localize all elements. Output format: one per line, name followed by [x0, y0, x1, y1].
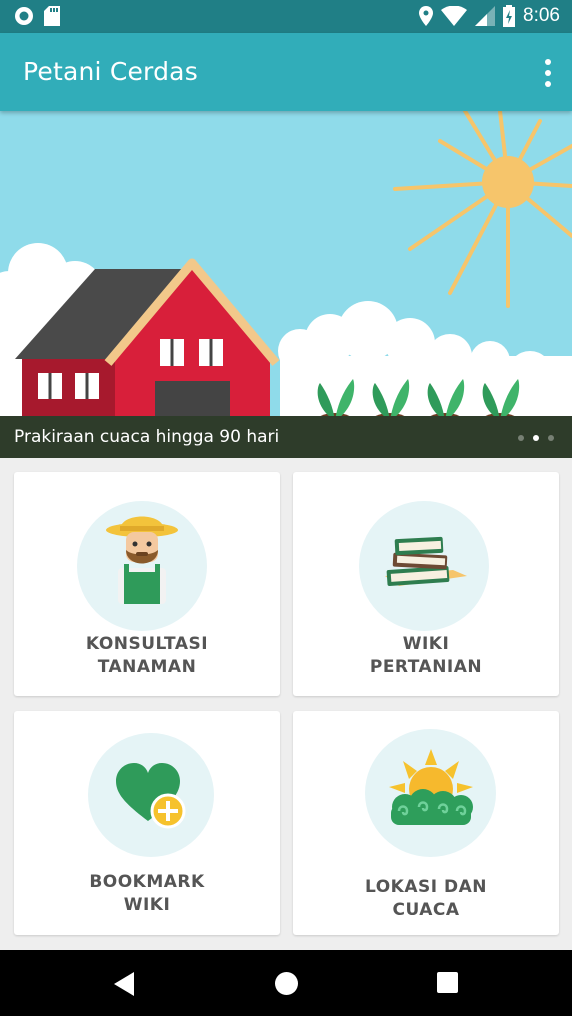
sun-illustration — [393, 111, 572, 308]
battery-icon — [503, 5, 516, 27]
carousel-dot[interactable] — [518, 435, 524, 441]
sun-cloud-icon — [389, 749, 473, 825]
card-label-line2: PERTANIAN — [369, 657, 483, 677]
card-konsultasi-tanaman[interactable]: KONSULTASI TANAMAN — [14, 472, 280, 696]
banner-caption: Prakiraan cuaca hingga 90 hari — [14, 427, 280, 447]
card-label: BOOKMARK WIKI — [14, 871, 280, 917]
carousel-dot-active[interactable] — [533, 435, 539, 441]
status-right-icons: 8:06 — [419, 5, 560, 27]
overflow-menu-icon[interactable] — [542, 59, 554, 87]
card-label: KONSULTASI TANAMAN — [14, 633, 280, 679]
app-bar: Petani Cerdas — [0, 33, 572, 111]
card-lokasi-cuaca[interactable]: LOKASI DAN CUACA — [293, 711, 559, 935]
status-bar: 8:06 — [0, 0, 572, 33]
card-label-line2: WIKI — [123, 895, 171, 915]
signal-icon — [475, 6, 496, 26]
heart-plus-icon — [116, 763, 186, 829]
books-icon — [385, 536, 467, 587]
status-time: 8:06 — [523, 5, 560, 26]
farm-illustration — [0, 111, 572, 458]
card-label-line1: LOKASI DAN — [365, 877, 487, 897]
card-label: LOKASI DAN CUACA — [293, 876, 559, 922]
status-left-icons — [14, 6, 60, 26]
sd-card-icon — [44, 6, 60, 26]
card-label: WIKI PERTANIAN — [293, 633, 559, 679]
card-label-line1: BOOKMARK — [89, 872, 205, 892]
back-icon[interactable] — [114, 972, 136, 996]
card-label-line2: CUACA — [392, 900, 460, 920]
card-label-line2: TANAMAN — [97, 657, 197, 677]
recents-icon[interactable] — [437, 972, 458, 993]
card-wiki-pertanian[interactable]: WIKI PERTANIAN — [293, 472, 559, 696]
system-nav-bar — [0, 950, 572, 1016]
farmer-icon — [106, 516, 178, 604]
notification-circle-icon — [15, 7, 33, 25]
card-bookmark-wiki[interactable]: BOOKMARK WIKI — [14, 711, 280, 935]
carousel-indicator — [518, 435, 554, 441]
home-icon[interactable] — [275, 972, 298, 995]
app-title: Petani Cerdas — [23, 57, 198, 86]
location-icon — [419, 6, 434, 26]
banner-carousel[interactable]: Prakiraan cuaca hingga 90 hari — [0, 111, 572, 458]
wifi-icon — [441, 6, 468, 26]
carousel-dot[interactable] — [548, 435, 554, 441]
banner-caption-bar: Prakiraan cuaca hingga 90 hari — [0, 416, 572, 458]
card-label-line1: WIKI — [402, 634, 450, 654]
card-label-line1: KONSULTASI — [85, 634, 209, 654]
